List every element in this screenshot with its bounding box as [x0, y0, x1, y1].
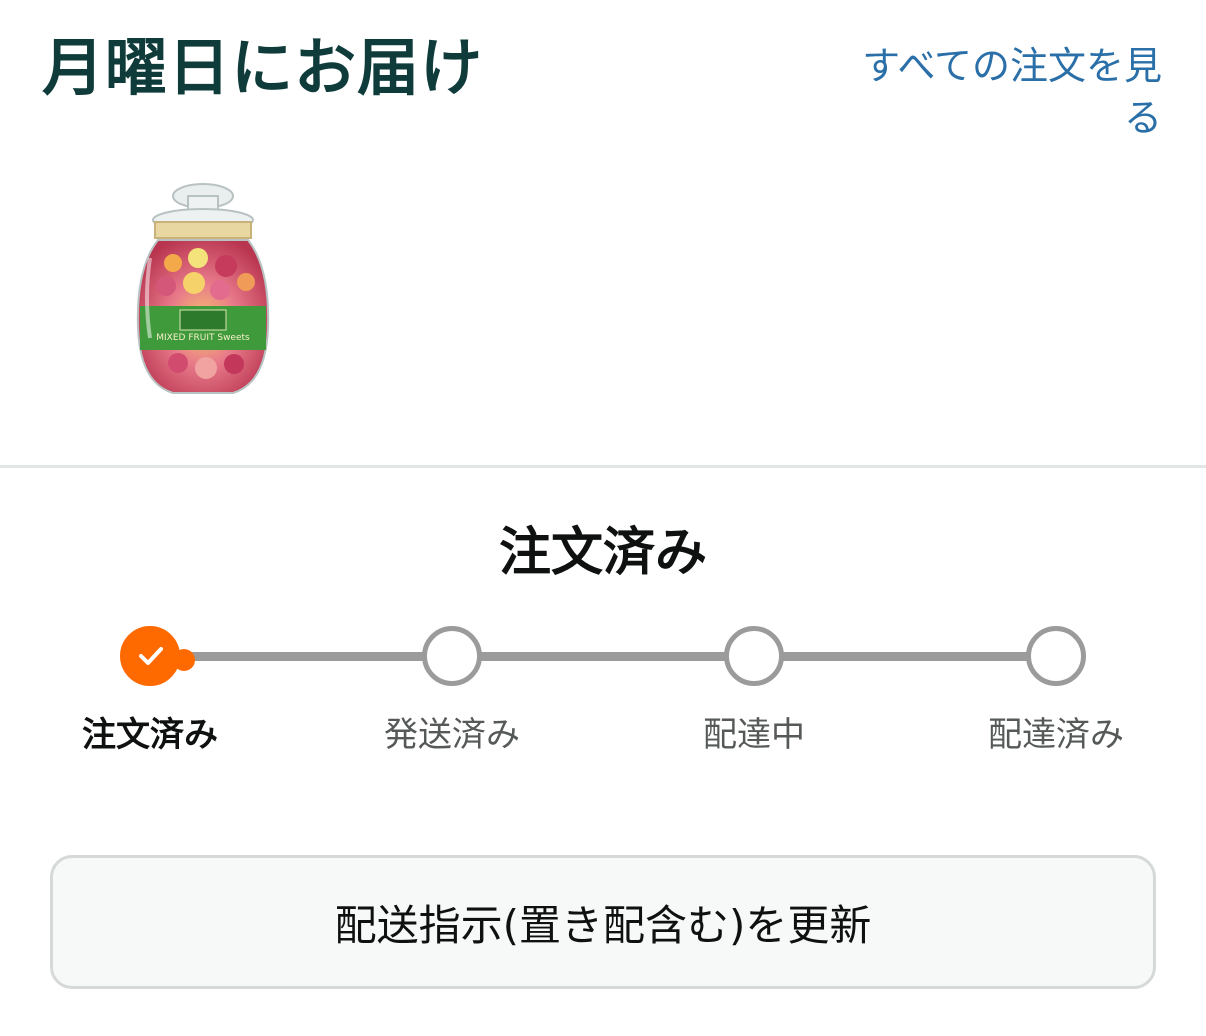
product-label-text: MIXED FRUIT Sweets — [156, 333, 250, 343]
view-all-orders-link[interactable]: すべての注文を見る — [832, 40, 1162, 144]
step-in-transit-marker — [724, 626, 784, 686]
shipment-progress-tracker: 注文済み 発送済み 配達中 配達済み — [0, 600, 1206, 770]
step-shipped-marker — [422, 626, 482, 686]
step-ordered-marker — [120, 626, 195, 686]
delivery-date-title: 月曜日にお届け — [42, 31, 484, 104]
step-delivered-marker — [1026, 626, 1086, 686]
order-status-heading: 注文済み — [498, 523, 707, 583]
step-shipped-label: 発送済み — [384, 715, 520, 755]
check-icon — [139, 647, 163, 665]
section-divider — [0, 465, 1206, 468]
step-delivered-label: 配達済み — [988, 715, 1124, 755]
delivery-card: 月曜日にお届け すべての注文を見る MIXED FRUIT Sweets 注文済… — [0, 0, 1206, 1036]
progress-track-segment — [180, 652, 425, 661]
progress-track-segment — [480, 652, 728, 661]
product-image[interactable]: MIXED FRUIT Sweets — [128, 178, 278, 408]
progress-track-segment — [782, 652, 1030, 661]
step-in-transit-label: 配達中 — [703, 715, 805, 755]
update-delivery-instructions-button[interactable]: 配送指示(置き配含む)を更新 — [50, 855, 1156, 989]
step-ordered-label: 注文済み — [82, 715, 218, 755]
